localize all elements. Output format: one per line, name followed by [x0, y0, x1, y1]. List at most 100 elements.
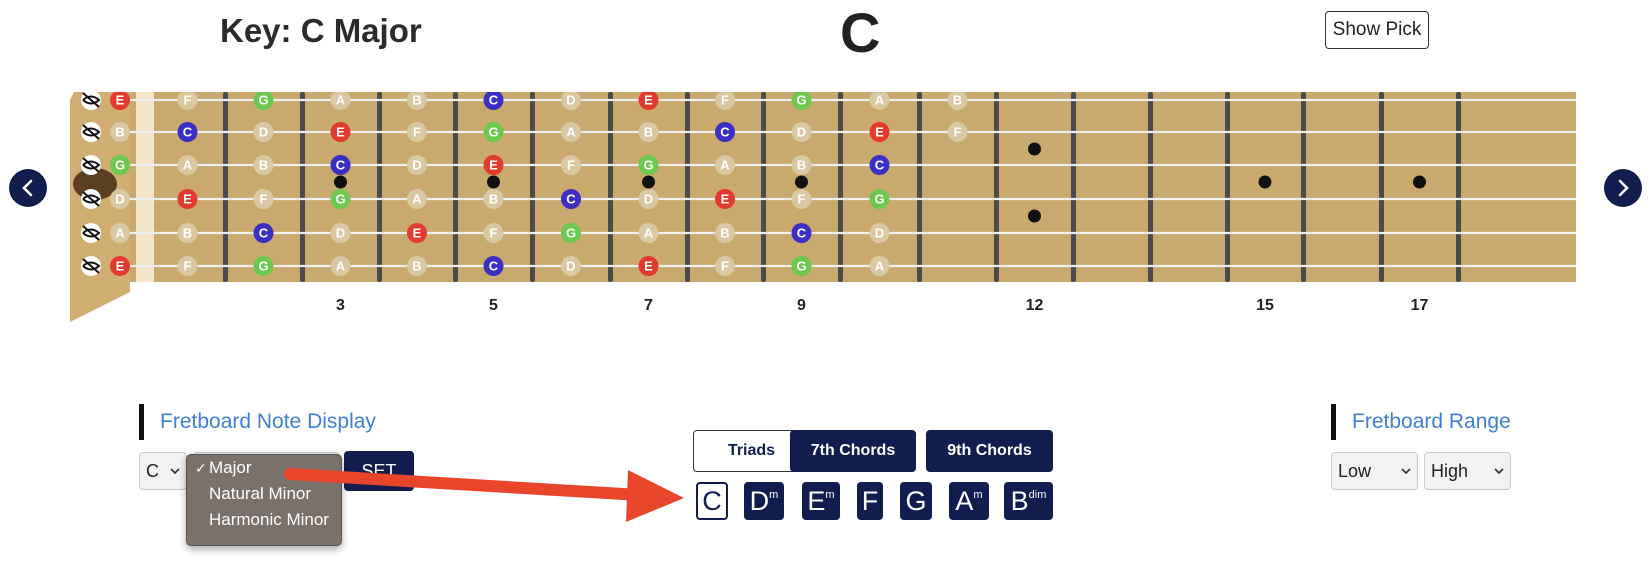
next-button[interactable] [1604, 169, 1642, 207]
note-label: D [566, 259, 575, 274]
note-label: A [644, 226, 654, 241]
fret-number: 5 [489, 297, 498, 314]
eye-off-icon[interactable] [81, 155, 101, 175]
note-label: C [489, 259, 499, 274]
note-label: C [259, 226, 269, 241]
note-label: F [721, 259, 729, 274]
note-label: F [567, 158, 575, 173]
eye-off-icon[interactable] [81, 122, 101, 142]
fret-marker-dot [642, 175, 655, 189]
chord-button-g[interactable]: G [900, 482, 932, 520]
set-button[interactable]: SET [344, 451, 414, 491]
fret-wire [1379, 92, 1384, 282]
note-label: F [184, 93, 192, 108]
note-label: D [412, 158, 421, 173]
note-label: G [258, 93, 268, 108]
fret-wire [1071, 92, 1076, 282]
fret-marker-dot [334, 175, 347, 189]
note-label: A [566, 125, 576, 140]
chevron-down-icon [170, 468, 180, 475]
fretboard[interactable]: 3 5 7 9 12 15 17 E F G A B C D E F G A B B C D E F G A B C D E F G A B C D E… [70, 92, 1576, 337]
current-chord-title: C [840, 1, 881, 64]
range-high-select[interactable]: High [1424, 452, 1511, 490]
checkmark-icon: ✓ [195, 460, 207, 476]
fret-number: 3 [336, 297, 345, 314]
fret-wire [453, 92, 458, 282]
note-label: B [720, 226, 729, 241]
chord-quality-label: m [769, 489, 779, 501]
chord-quality-label: dim [1028, 489, 1047, 501]
note-label: F [798, 192, 806, 207]
chord-button-em[interactable]: Em [802, 482, 840, 520]
scale-option-major[interactable]: ✓ Major [187, 455, 341, 481]
note-label: E [644, 259, 653, 274]
fret-marker-dot [1413, 175, 1426, 189]
root-select[interactable]: C [139, 452, 187, 490]
tab-9th-chords[interactable]: 9th Chords [926, 430, 1053, 472]
note-label: G [335, 192, 345, 207]
note-label: E [413, 226, 422, 241]
note-label: A [875, 259, 885, 274]
eye-off-icon[interactable] [81, 256, 101, 276]
fret-wire [761, 92, 766, 282]
fret-marker-dot [795, 175, 808, 189]
note-label: F [184, 259, 192, 274]
chord-root-label: C [702, 485, 722, 516]
note-label: B [115, 125, 124, 140]
note-label: D [259, 125, 268, 140]
chord-root-label: D [749, 485, 770, 516]
scale-option-natural-minor[interactable]: Natural Minor [187, 481, 341, 507]
note-label: F [413, 125, 421, 140]
note-label: A [412, 192, 422, 207]
note-label: E [875, 125, 884, 140]
chord-root-label: F [861, 485, 879, 516]
note-label: C [720, 125, 730, 140]
fret-marker-dot [487, 175, 500, 189]
root-select-value: C [146, 460, 159, 481]
chevron-down-icon [1401, 468, 1411, 475]
fret-wire [223, 92, 228, 282]
chord-button-f[interactable]: F [857, 482, 883, 520]
chord-button-am[interactable]: Am [949, 482, 989, 520]
fret-wire [1456, 92, 1461, 282]
note-label: B [797, 158, 806, 173]
chord-button-dm[interactable]: Dm [744, 482, 784, 520]
note-label: B [489, 192, 498, 207]
fretboard-wood [130, 92, 1576, 282]
nut [136, 92, 154, 282]
chord-button-c[interactable]: C [696, 482, 728, 520]
note-label: E [644, 93, 653, 108]
chord-quality-label: m [825, 489, 835, 501]
show-pick-button[interactable]: Show Pick [1325, 11, 1429, 49]
previous-button[interactable] [9, 169, 47, 207]
range-low-select[interactable]: Low [1331, 452, 1418, 490]
fretboard-range-label: Fretboard Range [1331, 404, 1511, 440]
note-label: E [489, 158, 498, 173]
fret-wire [1301, 92, 1306, 282]
range-high-value: High [1431, 460, 1469, 481]
note-label: D [797, 125, 806, 140]
note-label: B [644, 125, 653, 140]
note-label: E [116, 93, 125, 108]
note-label: C [489, 93, 499, 108]
chord-root-label: A [955, 485, 974, 516]
chord-button-bdim[interactable]: Bdim [1004, 482, 1053, 520]
note-label: A [875, 93, 885, 108]
fret-wire [377, 92, 382, 282]
note-label: G [796, 259, 806, 274]
note-label: E [336, 125, 345, 140]
fret-wire [838, 92, 843, 282]
note-label: G [488, 125, 498, 140]
fret-marker-dot [1028, 142, 1041, 156]
chevron-left-icon [22, 179, 33, 197]
note-label: A [183, 158, 193, 173]
note-label: A [336, 93, 346, 108]
fret-number: 9 [797, 297, 806, 314]
scale-option-harmonic-minor[interactable]: Harmonic Minor [187, 507, 341, 533]
fret-marker-dot [1258, 175, 1272, 189]
eye-off-icon[interactable] [81, 189, 101, 209]
eye-off-icon[interactable] [81, 223, 101, 243]
tab-7th-chords[interactable]: 7th Chords [790, 430, 916, 472]
key-title: Key: C Major [220, 12, 422, 49]
note-label: B [259, 158, 268, 173]
